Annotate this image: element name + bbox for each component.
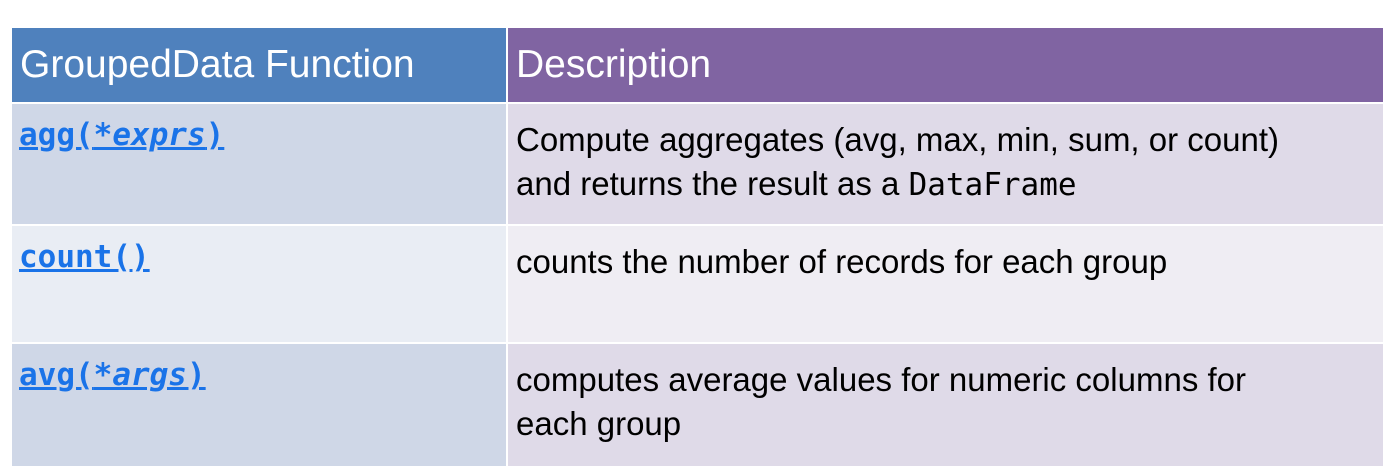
table-row: avg(*args) computes average values for n… [10,342,1385,468]
count-function-link[interactable]: count() [19,239,150,275]
agg-description-prefix: and returns the result as a [516,165,909,202]
dataframe-code: DataFrame [908,167,1077,203]
function-cell-avg: avg(*args) [10,342,508,468]
table-row: count() counts the number of records for… [10,224,1385,344]
function-cell-agg: agg(*exprs) [10,102,508,226]
avg-name: avg( [19,357,94,393]
table-header-row: GroupedData Function Description [10,26,1385,104]
agg-description-line2: and returns the result as a DataFrame [516,162,1383,207]
grouped-data-functions-table: GroupedData Function Description agg(*ex… [10,26,1385,468]
agg-arg: *exprs [93,117,206,153]
avg-close: ) [186,357,206,393]
agg-description-line1: Compute aggregates (avg, max, min, sum, … [516,121,1279,158]
description-cell-agg: Compute aggregates (avg, max, min, sum, … [506,102,1385,226]
count-description: counts the number of records for each gr… [516,243,1168,280]
agg-close: ) [205,117,225,153]
avg-arg: *args [93,357,187,393]
agg-function-link[interactable]: agg(*exprs) [19,117,224,153]
header-function: GroupedData Function [10,26,508,104]
avg-description-line1: computes average values for numeric colu… [516,361,1246,398]
header-description: Description [506,26,1385,104]
description-cell-count: counts the number of records for each gr… [506,224,1385,344]
description-cell-avg: computes average values for numeric colu… [506,342,1385,468]
agg-name: agg( [19,117,94,153]
function-cell-count: count() [10,224,508,344]
avg-function-link[interactable]: avg(*args) [19,357,206,393]
grouped-data-table-container: GroupedData Function Description agg(*ex… [10,26,1385,468]
avg-description-line2: each group [516,405,682,442]
table-row: agg(*exprs) Compute aggregates (avg, max… [10,102,1385,226]
